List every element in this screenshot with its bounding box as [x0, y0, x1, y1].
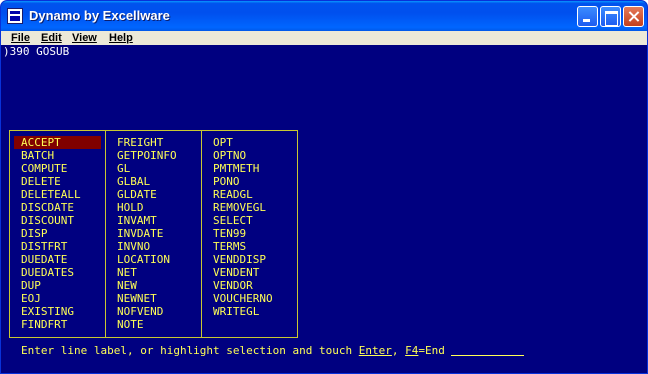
menu-bar: File Edit View Help	[1, 31, 647, 45]
picker-option[interactable]: NEWNET	[110, 292, 200, 305]
picker-option[interactable]: VENDDISP	[206, 253, 296, 266]
enter-key-hint: Enter	[358, 344, 392, 357]
picker-column-1: ACCEPT BATCH COMPUTE DELETE DELETEALL DISCDAT…	[14, 136, 104, 331]
picker-option[interactable]: DISTFRT	[14, 240, 104, 253]
menu-file[interactable]: File	[11, 31, 30, 45]
menu-view-label: View	[72, 32, 97, 44]
picker-option[interactable]: HOLD	[110, 201, 200, 214]
picker-option[interactable]: ACCEPT	[14, 136, 101, 149]
title-bar[interactable]: Dynamo by Excellware	[1, 1, 647, 31]
command-prompt: )390 GOSUB	[3, 45, 70, 58]
picker-option[interactable]: PMTMETH	[206, 162, 296, 175]
picker-option[interactable]: TEN99	[206, 227, 296, 240]
picker-option[interactable]: DELETE	[14, 175, 104, 188]
picker-option[interactable]: DUEDATE	[14, 253, 104, 266]
menu-view[interactable]: View	[72, 31, 97, 45]
picker-option[interactable]: VENDENT	[206, 266, 296, 279]
picker-option[interactable]: PONO	[206, 175, 296, 188]
menu-help-label: Help	[109, 32, 133, 44]
picker-option[interactable]: NOTE	[110, 318, 200, 331]
picker-option[interactable]: DISCOUNT	[14, 214, 104, 227]
picker-option[interactable]: WRITEGL	[206, 305, 296, 318]
maximize-button[interactable]	[600, 6, 621, 27]
picker-option[interactable]: INVAMT	[110, 214, 200, 227]
picker-option[interactable]: INVNO	[110, 240, 200, 253]
picker-option[interactable]: OPTNO	[206, 149, 296, 162]
menu-file-label: File	[11, 32, 30, 44]
column-divider	[201, 131, 202, 337]
menu-edit-label: Edit	[41, 32, 62, 44]
label-picker: ACCEPT BATCH COMPUTE DELETE DELETEALL DISCDAT…	[9, 130, 298, 338]
menu-help[interactable]: Help	[109, 31, 133, 45]
picker-option[interactable]: GL	[110, 162, 200, 175]
menu-edit[interactable]: Edit	[41, 31, 62, 45]
picker-option[interactable]: GLBAL	[110, 175, 200, 188]
picker-option[interactable]: NEW	[110, 279, 200, 292]
picker-option[interactable]: DUEDATES	[14, 266, 104, 279]
picker-column-2: FREIGHT GETPOINFO GL GLBAL GLDATE HOLD INVAMT I…	[110, 136, 200, 331]
picker-option[interactable]: EXISTING	[14, 305, 104, 318]
app-window: Dynamo by Excellware File Edit View Help…	[0, 0, 648, 374]
picker-option[interactable]: SELECT	[206, 214, 296, 227]
picker-option[interactable]: TERMS	[206, 240, 296, 253]
picker-option[interactable]: FINDFRT	[14, 318, 104, 331]
picker-option[interactable]: OPT	[206, 136, 296, 149]
column-divider	[105, 131, 106, 337]
window-title: Dynamo by Excellware	[29, 8, 170, 23]
picker-option[interactable]: COMPUTE	[14, 162, 104, 175]
picker-option[interactable]: FREIGHT	[110, 136, 200, 149]
picker-option[interactable]: READGL	[206, 188, 296, 201]
status-suffix: =End	[418, 344, 445, 357]
picker-option[interactable]: DISP	[14, 227, 104, 240]
f4-key-hint: F4	[405, 344, 419, 357]
picker-option[interactable]: NOFVEND	[110, 305, 200, 318]
picker-option[interactable]: BATCH	[14, 149, 104, 162]
close-button[interactable]	[623, 6, 644, 27]
picker-option[interactable]: GETPOINFO	[110, 149, 200, 162]
picker-option[interactable]: REMOVEGL	[206, 201, 296, 214]
label-input-field[interactable]	[450, 355, 524, 356]
status-separator: ,	[391, 344, 406, 357]
picker-option[interactable]: VOUCHERNO	[206, 292, 296, 305]
picker-option[interactable]: DISCDATE	[14, 201, 104, 214]
console-area[interactable]: )390 GOSUB ACCEPT BATCH COMPUTE DELETE DELET…	[1, 45, 647, 373]
status-prefix: Enter line label, or highlight selection…	[21, 344, 359, 357]
app-icon[interactable]	[7, 8, 23, 24]
picker-option[interactable]: DUP	[14, 279, 104, 292]
picker-option[interactable]: LOCATION	[110, 253, 200, 266]
picker-option[interactable]: INVDATE	[110, 227, 200, 240]
minimize-button[interactable]	[577, 6, 598, 27]
picker-option[interactable]: EOJ	[14, 292, 104, 305]
status-instruction: Enter line label, or highlight selection…	[21, 344, 524, 358]
picker-column-3: OPT OPTNO PMTMETH PONO READGL REMOVEGL SELECT T…	[206, 136, 296, 318]
picker-option[interactable]: NET	[110, 266, 200, 279]
picker-option[interactable]: GLDATE	[110, 188, 200, 201]
picker-option[interactable]: DELETEALL	[14, 188, 104, 201]
picker-option[interactable]: VENDOR	[206, 279, 296, 292]
